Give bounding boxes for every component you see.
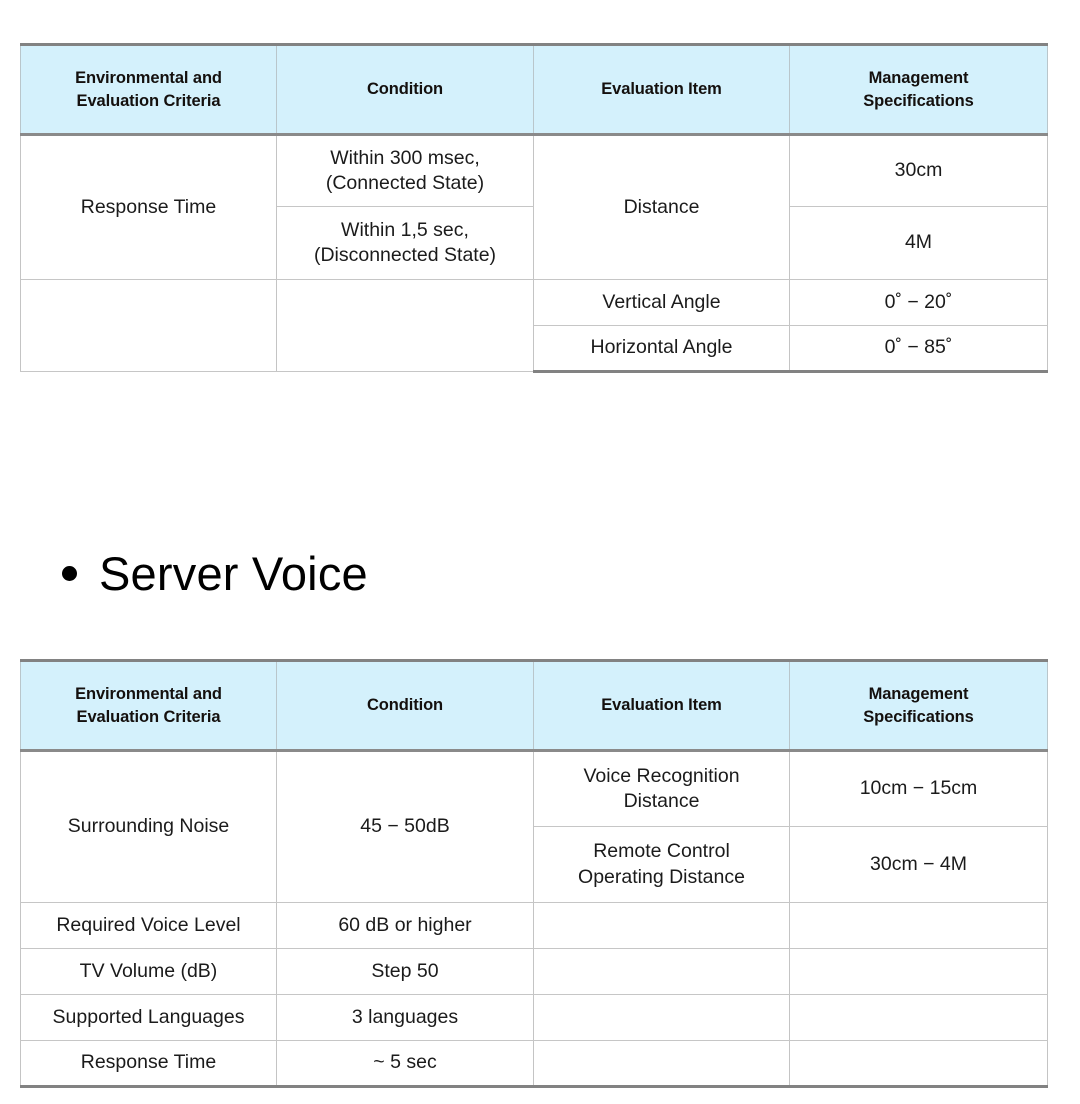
header-line: Evaluation Criteria <box>76 91 221 110</box>
bullet-icon <box>62 566 77 581</box>
cell-evaluation-item: Horizontal Angle <box>533 325 790 373</box>
cell-criteria: TV Volume (dB) <box>20 948 277 995</box>
cell-management-spec: 0˚ − 20˚ <box>789 279 1048 326</box>
cell-management-spec <box>789 948 1048 995</box>
cell-evaluation-item: Voice Recognition Distance <box>533 750 790 827</box>
cell-management-spec <box>789 994 1048 1041</box>
cell-line: Operating Distance <box>578 865 745 888</box>
cell-line: Distance <box>623 790 700 812</box>
cell-management-spec: 10cm − 15cm <box>789 750 1048 827</box>
cell-condition <box>276 279 534 372</box>
cell-evaluation-item <box>533 948 790 995</box>
cell-criteria: Response Time <box>20 134 277 280</box>
table-row: Supported Languages 3 languages <box>20 994 1048 1041</box>
header-cell-condition: Condition <box>276 659 534 752</box>
cell-criteria: Response Time <box>20 1040 277 1088</box>
cell-evaluation-item: Remote Control Operating Distance <box>533 826 790 903</box>
cell-line: Remote Control <box>593 840 730 863</box>
cell-condition: Step 50 <box>276 948 534 995</box>
cell-management-spec: 30cm <box>789 134 1048 207</box>
header-line: Environmental and <box>75 68 222 87</box>
table-row: TV Volume (dB) Step 50 <box>20 948 1048 995</box>
cell-line: (Disconnected State) <box>313 244 497 266</box>
header-cell-evaluation-item: Evaluation Item <box>533 659 790 752</box>
header-cell-evaluation-item: Evaluation Item <box>533 43 790 136</box>
cell-line: Within 300 msec, <box>330 146 480 169</box>
table-row: Response Time ~ 5 sec <box>20 1040 1048 1088</box>
header-cell-management-specifications: Management Specifications <box>789 659 1048 752</box>
cell-criteria: Required Voice Level <box>20 902 277 949</box>
header-cell-management-specifications: Management Specifications <box>789 43 1048 136</box>
table-row: Response Time Within 300 msec, (Connecte… <box>20 134 1048 280</box>
cell-criteria: Surrounding Noise <box>20 750 277 903</box>
table-row: Required Voice Level 60 dB or higher <box>20 902 1048 949</box>
header-line: Condition <box>366 696 444 715</box>
cell-evaluation-item <box>533 994 790 1041</box>
cell-management-spec: 0˚ − 85˚ <box>789 325 1048 373</box>
cell-management-spec: 30cm − 4M <box>789 826 1048 903</box>
cell-condition: Within 300 msec, (Connected State) <box>276 134 534 207</box>
server-voice-table: Environmental and Evaluation Criteria Co… <box>20 659 1048 1088</box>
cell-condition: ~ 5 sec <box>276 1040 534 1088</box>
cell-evaluation-item <box>533 902 790 949</box>
header-line: Condition <box>366 80 444 99</box>
table-header-row: Environmental and Evaluation Criteria Co… <box>20 659 1048 752</box>
header-line: Evaluation Item <box>601 80 722 99</box>
header-line: Specifications <box>863 707 974 726</box>
cell-line: Voice Recognition <box>583 764 740 787</box>
cell-condition: 3 languages <box>276 994 534 1041</box>
header-cell-criteria: Environmental and Evaluation Criteria <box>20 659 277 752</box>
section-heading: Server Voice <box>62 550 368 597</box>
cell-condition: Within 1,5 sec, (Disconnected State) <box>276 206 534 280</box>
cell-criteria: Supported Languages <box>20 994 277 1041</box>
cell-criteria <box>20 279 277 372</box>
header-line: Specifications <box>863 91 974 110</box>
cell-line: (Connected State) <box>325 172 485 194</box>
cell-condition: 45 − 50dB <box>276 750 534 903</box>
document-page: Environmental and Evaluation Criteria Co… <box>0 0 1080 1104</box>
header-line: Environmental and <box>75 684 222 703</box>
cell-evaluation-item: Vertical Angle <box>533 279 790 326</box>
cell-evaluation-item: Distance <box>533 134 790 280</box>
response-time-table: Environmental and Evaluation Criteria Co… <box>20 43 1048 373</box>
section-heading-label: Server Voice <box>99 547 368 600</box>
header-line: Evaluation Item <box>601 696 722 715</box>
header-cell-criteria: Environmental and Evaluation Criteria <box>20 43 277 136</box>
header-line: Management <box>868 684 969 703</box>
header-cell-condition: Condition <box>276 43 534 136</box>
cell-line: Within 1,5 sec, <box>341 218 469 241</box>
header-line: Evaluation Criteria <box>76 707 221 726</box>
cell-management-spec <box>789 1040 1048 1088</box>
cell-management-spec: 4M <box>789 206 1048 280</box>
cell-management-spec <box>789 902 1048 949</box>
cell-evaluation-item <box>533 1040 790 1088</box>
cell-condition: 60 dB or higher <box>276 902 534 949</box>
header-line: Management <box>868 68 969 87</box>
table-row: Surrounding Noise 45 − 50dB Voice Recogn… <box>20 750 1048 903</box>
table-row: Vertical Angle 0˚ − 20˚ <box>20 279 1048 372</box>
table-header-row: Environmental and Evaluation Criteria Co… <box>20 43 1048 136</box>
